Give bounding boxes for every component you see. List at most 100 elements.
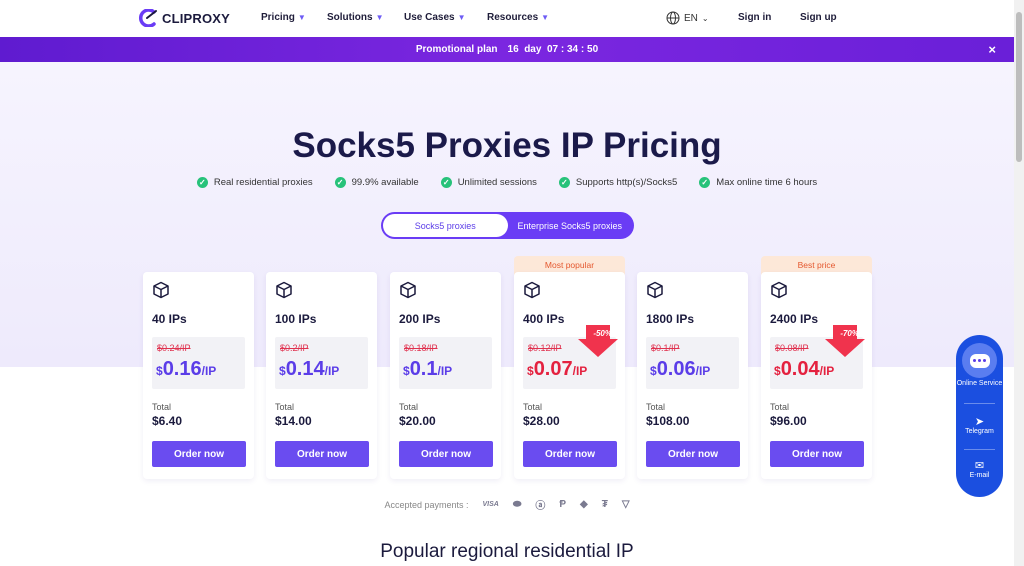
- logo[interactable]: CLIPROXY: [138, 9, 230, 27]
- currency-symbol: $: [279, 364, 286, 378]
- discount-price: $0.07/IP: [527, 358, 587, 381]
- original-price: $0.18/IP: [404, 343, 438, 353]
- total-label: Total: [770, 402, 790, 412]
- accepted-payments: Accepted payments : VISA ⬬ ⓐ Ᵽ ◆ ₮ ▽: [0, 497, 1014, 512]
- nav-use-cases[interactable]: Use Cases ▼: [404, 12, 466, 23]
- total-label: Total: [399, 402, 419, 412]
- total-value: $28.00: [523, 414, 560, 428]
- total-value: $20.00: [399, 414, 436, 428]
- price-unit: /IP: [201, 364, 217, 378]
- telegram-button[interactable]: ➤ Telegram: [956, 415, 1003, 435]
- globe-icon: [666, 11, 680, 25]
- currency-symbol: $: [156, 364, 163, 378]
- price-box: $0.24/IP $0.16/IP: [152, 337, 245, 389]
- order-now-button[interactable]: Order now: [152, 441, 246, 467]
- payments-label: Accepted payments :: [384, 499, 469, 510]
- feature-item: ✓ Supports http(s)/Socks5: [558, 177, 677, 188]
- feature-item: ✓ Max online time 6 hours: [699, 177, 817, 188]
- feature-label: Real residential proxies: [213, 177, 313, 188]
- order-now-button[interactable]: Order now: [523, 441, 617, 467]
- feature-label: Unlimited sessions: [457, 177, 537, 188]
- price-box: $0.08/IP $0.04/IP -70%: [770, 325, 865, 389]
- email-button[interactable]: ✉ E-mail: [956, 459, 1003, 479]
- feature-item: ✓ 99.9% available: [334, 177, 419, 188]
- nav-label: Pricing: [261, 12, 295, 23]
- top-navbar: CLIPROXY Pricing ▼ Solutions ▼ Use Cases ▼ …: [0, 0, 1024, 37]
- alipay-icon: ⓐ: [535, 501, 546, 512]
- discount-price: $0.06/IP: [650, 358, 710, 381]
- cube-icon: [400, 281, 416, 299]
- price-value: 0.16: [162, 358, 202, 380]
- order-now-button[interactable]: Order now: [275, 441, 369, 467]
- pricing-card: 40 IPs $0.24/IP $0.16/IP Total $6.40 Order no…: [143, 272, 254, 479]
- pricing-card: 200 IPs $0.18/IP $0.1/IP Total $20.00 Order n…: [390, 272, 501, 479]
- promo-banner: Promotional plan 16 day 07 : 34 : 50 ×: [0, 37, 1014, 62]
- nav-pricing[interactable]: Pricing ▼: [261, 12, 306, 23]
- caret-down-icon: ▼: [297, 13, 306, 22]
- nav-solutions[interactable]: Solutions ▼: [327, 12, 383, 23]
- feature-item: ✓ Unlimited sessions: [440, 177, 537, 188]
- nav-resources[interactable]: Resources ▼: [487, 12, 549, 23]
- price-box: $0.18/IP $0.1/IP: [399, 337, 492, 389]
- logo-icon: [138, 9, 157, 27]
- currency-symbol: $: [650, 364, 657, 378]
- mail-icon: ✉: [974, 460, 985, 472]
- price-unit: /IP: [437, 364, 453, 378]
- check-icon: ✓: [440, 177, 452, 188]
- tron-icon: ▽: [621, 499, 630, 510]
- contact-widget: Online Service ➤ Telegram ✉ E-mail: [956, 335, 1003, 497]
- sign-in-link[interactable]: Sign in: [738, 12, 771, 23]
- scrollbar-thumb[interactable]: [1016, 12, 1022, 162]
- price-unit: /IP: [324, 364, 340, 378]
- total-value: $108.00: [646, 414, 690, 428]
- order-now-button[interactable]: Order now: [646, 441, 740, 467]
- chat-icon: [969, 353, 990, 368]
- price-value: 0.04: [780, 358, 820, 380]
- total-label: Total: [523, 402, 543, 412]
- cube-icon: [647, 281, 663, 299]
- total-label: Total: [646, 402, 666, 412]
- price-value: 0.07: [533, 358, 573, 380]
- plan-ip-count: 100 IPs: [275, 312, 317, 326]
- language-label: EN: [684, 12, 698, 24]
- online-service-button[interactable]: [962, 343, 997, 378]
- original-price: $0.2/IP: [280, 343, 309, 353]
- tab-socks5-proxies[interactable]: Socks5 proxies: [383, 214, 508, 237]
- cube-icon: [153, 281, 169, 299]
- price-box: $0.1/IP $0.06/IP: [646, 337, 739, 389]
- promo-label: Promotional plan: [415, 44, 498, 55]
- order-now-button[interactable]: Order now: [770, 441, 864, 467]
- language-selector[interactable]: EN ⌄: [666, 11, 709, 25]
- chevron-down-icon: ⌄: [701, 13, 709, 23]
- scrollbar[interactable]: [1014, 0, 1024, 566]
- brand-name: CLIPROXY: [162, 10, 231, 26]
- total-value: $14.00: [275, 414, 312, 428]
- order-now-button[interactable]: Order now: [399, 441, 493, 467]
- nav-label: Solutions: [327, 12, 373, 23]
- price-box: $0.2/IP $0.14/IP: [275, 337, 368, 389]
- check-icon: ✓: [558, 177, 570, 188]
- discount-price: $0.04/IP: [774, 358, 834, 381]
- pricing-card: 2400 IPs $0.08/IP $0.04/IP -70% Total $96.00 O…: [761, 272, 872, 479]
- cube-icon: [276, 281, 292, 299]
- original-price: $0.24/IP: [157, 343, 191, 353]
- total-label: Total: [152, 402, 172, 412]
- close-icon[interactable]: ×: [988, 42, 996, 57]
- total-label: Total: [275, 402, 295, 412]
- caret-down-icon: ▼: [457, 13, 466, 22]
- sign-up-link[interactable]: Sign up: [800, 12, 837, 23]
- original-price: $0.08/IP: [775, 343, 809, 353]
- currency-symbol: $: [527, 364, 534, 378]
- tab-enterprise-socks5-proxies[interactable]: Enterprise Socks5 proxies: [508, 214, 633, 237]
- proxy-type-toggle: Socks5 proxies Enterprise Socks5 proxies: [381, 212, 634, 239]
- nav-label: Resources: [487, 12, 539, 23]
- check-icon: ✓: [699, 177, 711, 188]
- discount-label: -70%: [840, 329, 859, 338]
- currency-symbol: $: [403, 364, 410, 378]
- check-icon: ✓: [196, 177, 208, 188]
- price-unit: /IP: [572, 364, 588, 378]
- feature-list: ✓ Real residential proxies ✓ 99.9% availab…: [0, 177, 1014, 188]
- plan-ip-count: 40 IPs: [152, 312, 187, 326]
- original-price: $0.1/IP: [651, 343, 680, 353]
- online-service-label[interactable]: Online Service: [956, 380, 1003, 387]
